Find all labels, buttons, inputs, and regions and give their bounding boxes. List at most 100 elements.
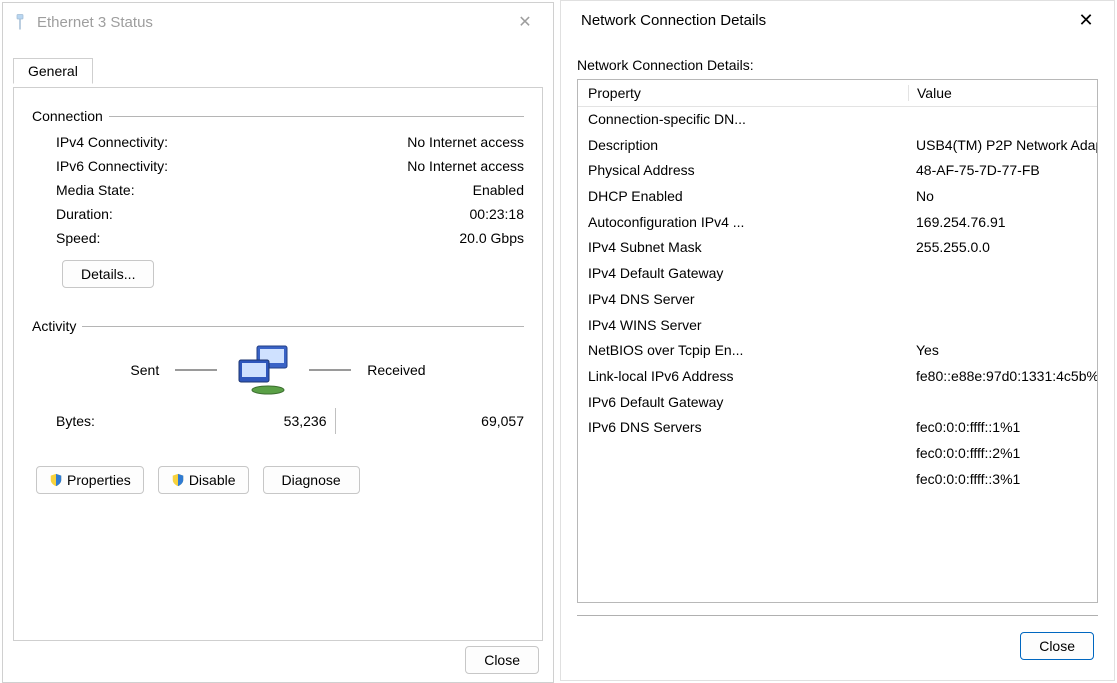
details-row-value: USB4(TM) P2P Network Adapter [908, 135, 1097, 157]
media-state-value: Enabled [473, 182, 524, 198]
tab-body-general: Connection IPv4 Connectivity: No Interne… [13, 87, 543, 641]
details-row[interactable]: IPv4 Subnet Mask255.255.0.0 [578, 235, 1097, 261]
received-label: Received [367, 362, 425, 378]
speed-row: Speed: 20.0 Gbps [32, 226, 524, 250]
details-row-property: Description [578, 135, 908, 157]
details-row[interactable]: Autoconfiguration IPv4 ...169.254.76.91 [578, 210, 1097, 236]
details-row-property: IPv4 WINS Server [578, 315, 908, 337]
details-row-property: IPv4 Subnet Mask [578, 237, 908, 259]
details-row-property [578, 469, 908, 491]
properties-button-label: Properties [67, 472, 131, 488]
group-label: Activity [32, 318, 82, 334]
ipv6-connectivity-label: IPv6 Connectivity: [56, 158, 168, 174]
details-row-property: IPv4 DNS Server [578, 289, 908, 311]
details-row-value: 255.255.0.0 [908, 237, 1097, 259]
network-connection-details-dialog: Network Connection Details ✕ Network Con… [560, 0, 1115, 681]
disable-button[interactable]: Disable [158, 466, 249, 494]
details-row-value [908, 392, 1097, 414]
close-button[interactable]: Close [465, 646, 539, 674]
details-row-value [908, 109, 1097, 131]
media-state-label: Media State: [56, 182, 135, 198]
details-row-property: Autoconfiguration IPv4 ... [578, 212, 908, 234]
ipv4-connectivity-label: IPv4 Connectivity: [56, 134, 168, 150]
details-rows: Connection-specific DN...DescriptionUSB4… [578, 107, 1097, 492]
divider [309, 369, 351, 371]
bytes-received-value: 69,057 [344, 413, 525, 429]
close-icon[interactable]: ✕ [1066, 5, 1106, 35]
window-title: Network Connection Details [569, 12, 1066, 29]
media-state-row: Media State: Enabled [32, 178, 524, 202]
details-list: Property Value Connection-specific DN...… [577, 79, 1098, 603]
bytes-sent-value: 53,236 [146, 413, 327, 429]
details-header: Property Value [578, 80, 1097, 107]
col-header-property[interactable]: Property [578, 85, 908, 101]
details-row-value: 48-AF-75-7D-77-FB [908, 160, 1097, 182]
properties-button[interactable]: Properties [36, 466, 144, 494]
details-row[interactable]: Connection-specific DN... [578, 107, 1097, 133]
titlebar: Network Connection Details ✕ [561, 1, 1114, 39]
group-connection: Connection [32, 108, 524, 124]
details-row[interactable]: IPv4 WINS Server [578, 313, 1097, 339]
details-row-value: fec0:0:0:ffff::1%1 [908, 417, 1097, 439]
details-row-value: No [908, 186, 1097, 208]
bytes-label: Bytes: [56, 413, 146, 429]
details-row-property: Link-local IPv6 Address [578, 366, 908, 388]
window-title: Ethernet 3 Status [37, 14, 505, 31]
details-row[interactable]: NetBIOS over Tcpip En...Yes [578, 338, 1097, 364]
ipv4-connectivity-value: No Internet access [407, 134, 524, 150]
details-row-value [908, 289, 1097, 311]
shield-icon [49, 473, 63, 487]
details-row-property: DHCP Enabled [578, 186, 908, 208]
details-row-property: Physical Address [578, 160, 908, 182]
ipv4-connectivity-row: IPv4 Connectivity: No Internet access [32, 130, 524, 154]
ipv6-connectivity-row: IPv6 Connectivity: No Internet access [32, 154, 524, 178]
speed-value: 20.0 Gbps [459, 230, 524, 246]
titlebar: Ethernet 3 Status ✕ [3, 3, 553, 41]
details-button[interactable]: Details... [62, 260, 154, 288]
divider [577, 615, 1098, 616]
network-computers-icon [233, 344, 293, 396]
group-label: Connection [32, 108, 109, 124]
details-row[interactable]: IPv6 Default Gateway [578, 390, 1097, 416]
details-row[interactable]: DescriptionUSB4(TM) P2P Network Adapter [578, 133, 1097, 159]
sent-label: Sent [130, 362, 159, 378]
details-row-property: IPv6 Default Gateway [578, 392, 908, 414]
divider [335, 408, 336, 434]
diagnose-button[interactable]: Diagnose [263, 466, 360, 494]
details-row-property: NetBIOS over Tcpip En... [578, 340, 908, 362]
group-activity: Activity [32, 318, 524, 334]
details-row-value: Yes [908, 340, 1097, 362]
details-row[interactable]: fec0:0:0:ffff::2%1 [578, 441, 1097, 467]
shield-icon [171, 473, 185, 487]
ethernet-icon [11, 13, 29, 31]
details-row[interactable]: IPv6 DNS Serversfec0:0:0:ffff::1%1 [578, 415, 1097, 441]
details-row-property: Connection-specific DN... [578, 109, 908, 131]
tabs: General [13, 57, 553, 87]
details-row[interactable]: DHCP EnabledNo [578, 184, 1097, 210]
details-subtitle: Network Connection Details: [577, 57, 1098, 73]
details-row[interactable]: Link-local IPv6 Addressfe80::e88e:97d0:1… [578, 364, 1097, 390]
speed-label: Speed: [56, 230, 100, 246]
details-row-property [578, 443, 908, 465]
details-row-value: fec0:0:0:ffff::3%1 [908, 469, 1097, 491]
details-row[interactable]: Physical Address48-AF-75-7D-77-FB [578, 158, 1097, 184]
divider [82, 326, 524, 327]
details-row-property: IPv4 Default Gateway [578, 263, 908, 285]
details-row-value: 169.254.76.91 [908, 212, 1097, 234]
details-body: Network Connection Details: Property Val… [561, 39, 1114, 603]
ethernet-status-dialog: Ethernet 3 Status ✕ General Connection I… [2, 2, 554, 683]
details-row[interactable]: IPv4 DNS Server [578, 287, 1097, 313]
tab-general[interactable]: General [13, 58, 93, 84]
divider [175, 369, 217, 371]
close-icon[interactable]: ✕ [505, 7, 545, 37]
details-row-value [908, 263, 1097, 285]
details-row[interactable]: IPv4 Default Gateway [578, 261, 1097, 287]
activity-bytes-row: Bytes: 53,236 69,057 [32, 402, 524, 444]
duration-label: Duration: [56, 206, 113, 222]
close-button[interactable]: Close [1020, 632, 1094, 660]
duration-value: 00:23:18 [470, 206, 525, 222]
details-row[interactable]: fec0:0:0:ffff::3%1 [578, 467, 1097, 493]
disable-button-label: Disable [189, 472, 236, 488]
duration-row: Duration: 00:23:18 [32, 202, 524, 226]
col-header-value[interactable]: Value [908, 85, 1097, 101]
